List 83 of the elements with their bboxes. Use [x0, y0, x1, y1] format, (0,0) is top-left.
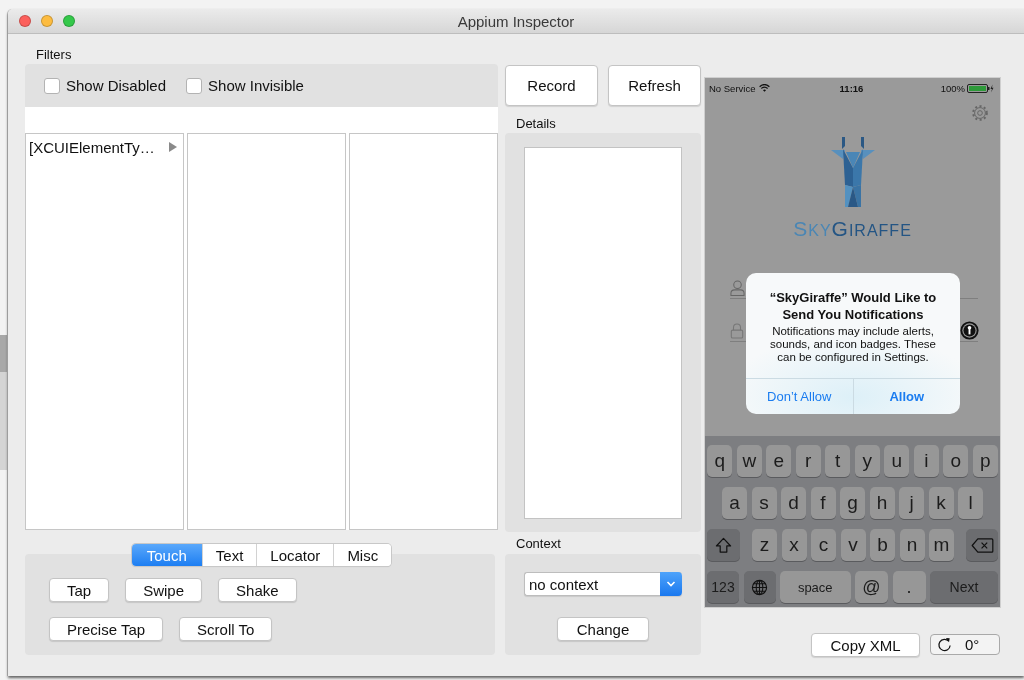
- time-text: 11:16: [839, 82, 864, 94]
- keyboard-key[interactable]: z: [752, 529, 777, 561]
- numbers-key[interactable]: 123: [707, 571, 739, 603]
- keyboard-key[interactable]: w: [736, 445, 762, 477]
- dialog-button[interactable]: Don’t Allow: [746, 379, 853, 414]
- action-tab[interactable]: Touch: [131, 544, 202, 566]
- dialog-button[interactable]: Allow: [852, 379, 960, 414]
- element-tree-item[interactable]: [XCUIElementTy…: [26, 134, 183, 157]
- input-field[interactable]: [730, 320, 745, 341]
- context-label: Context: [515, 535, 561, 552]
- keyboard-key[interactable]: f: [810, 487, 836, 519]
- shift-key[interactable]: [707, 529, 740, 561]
- keyboard-key[interactable]: t: [825, 445, 851, 477]
- copy-xml-button[interactable]: Copy XML: [811, 633, 920, 657]
- action-button[interactable]: Precise Tap: [49, 617, 164, 641]
- giraffe-head-icon: [830, 137, 875, 207]
- details-label: Details: [515, 115, 556, 132]
- keyboard-key[interactable]: s: [751, 487, 777, 519]
- close-button[interactable]: [19, 15, 31, 27]
- toolbar-button[interactable]: Refresh: [608, 65, 701, 106]
- checkbox-label[interactable]: Show Invisible: [208, 77, 304, 94]
- rotate-button[interactable]: 0°: [930, 634, 1000, 655]
- keyboard-key[interactable]: c: [811, 529, 836, 561]
- keyboard-key[interactable]: b: [870, 529, 895, 561]
- input-field[interactable]: [730, 277, 745, 298]
- keyboard-key[interactable]: e: [766, 445, 792, 477]
- keyboard-key[interactable]: a: [722, 487, 747, 519]
- keyboard-key[interactable]: y: [854, 445, 880, 477]
- action-button[interactable]: Swipe: [125, 578, 203, 602]
- rotate-icon: [937, 637, 952, 652]
- globe-icon: [751, 578, 768, 596]
- window-title: Appium Inspector: [457, 12, 575, 30]
- keyboard-key[interactable]: n: [899, 529, 925, 561]
- dialog-message: Notifications may include alerts, sounds, and icon badges. These can be configured in Settings.: [769, 325, 937, 364]
- battery-percent: 100%: [940, 82, 965, 94]
- globe-key[interactable]: [743, 571, 776, 603]
- keyboard-key[interactable]: d: [781, 487, 806, 519]
- action-button[interactable]: Scroll To: [179, 617, 273, 641]
- keyboard-key[interactable]: h: [869, 487, 895, 519]
- battery-icon: [967, 83, 994, 93]
- logo-wordmark: SKYGIRAFFE: [793, 218, 912, 242]
- keyboard-key[interactable]: .: [892, 571, 926, 603]
- chevron-down-icon: [660, 572, 682, 596]
- keyboard-key[interactable]: m: [929, 529, 954, 561]
- action-button[interactable]: Tap: [49, 578, 110, 602]
- keyboard-key[interactable]: x: [781, 529, 807, 561]
- change-button[interactable]: Change: [556, 617, 650, 641]
- keyboard-key[interactable]: q: [707, 445, 733, 477]
- checkbox[interactable]: [44, 77, 60, 94]
- checkbox[interactable]: [186, 77, 203, 94]
- user-icon: [730, 279, 745, 296]
- action-tab[interactable]: Misc: [333, 544, 392, 566]
- lock-icon: [730, 322, 744, 339]
- minimize-button[interactable]: [41, 15, 53, 27]
- keyboard-key[interactable]: r: [795, 445, 821, 477]
- action-tab[interactable]: Text: [201, 544, 257, 566]
- keyboard-key[interactable]: v: [840, 529, 866, 561]
- wifi-icon: [759, 84, 771, 92]
- keyhole-icon[interactable]: [960, 321, 979, 340]
- keyboard-key[interactable]: g: [840, 487, 865, 519]
- keyboard-key[interactable]: l: [958, 487, 983, 519]
- settings-icon: [971, 104, 989, 122]
- keyboard-key[interactable]: u: [884, 445, 910, 477]
- context-dropdown[interactable]: no context: [524, 572, 682, 596]
- checkbox-label[interactable]: Show Disabled: [66, 77, 167, 94]
- carrier-text: No Service: [709, 82, 756, 94]
- toolbar-button[interactable]: Record: [505, 65, 598, 106]
- keyboard-key[interactable]: k: [928, 487, 954, 519]
- dialog-title: “SkyGiraffe” Would Like to Send You Notifications: [768, 289, 938, 323]
- delete-icon: [970, 537, 994, 553]
- keyboard-key[interactable]: p: [972, 445, 998, 477]
- keyboard-key[interactable]: j: [899, 487, 924, 519]
- next-key[interactable]: Next: [930, 571, 998, 603]
- delete-key[interactable]: [966, 529, 998, 561]
- keyboard-key[interactable]: o: [943, 445, 969, 477]
- shift-icon: [715, 536, 732, 554]
- maximize-button[interactable]: [63, 15, 75, 27]
- filters-label: Filters: [35, 46, 72, 63]
- action-tab[interactable]: Locator: [256, 544, 334, 566]
- keyboard-key[interactable]: @: [855, 571, 888, 603]
- space-key[interactable]: space: [780, 571, 851, 603]
- action-button[interactable]: Shake: [218, 578, 297, 602]
- keyboard-key[interactable]: i: [913, 445, 939, 477]
